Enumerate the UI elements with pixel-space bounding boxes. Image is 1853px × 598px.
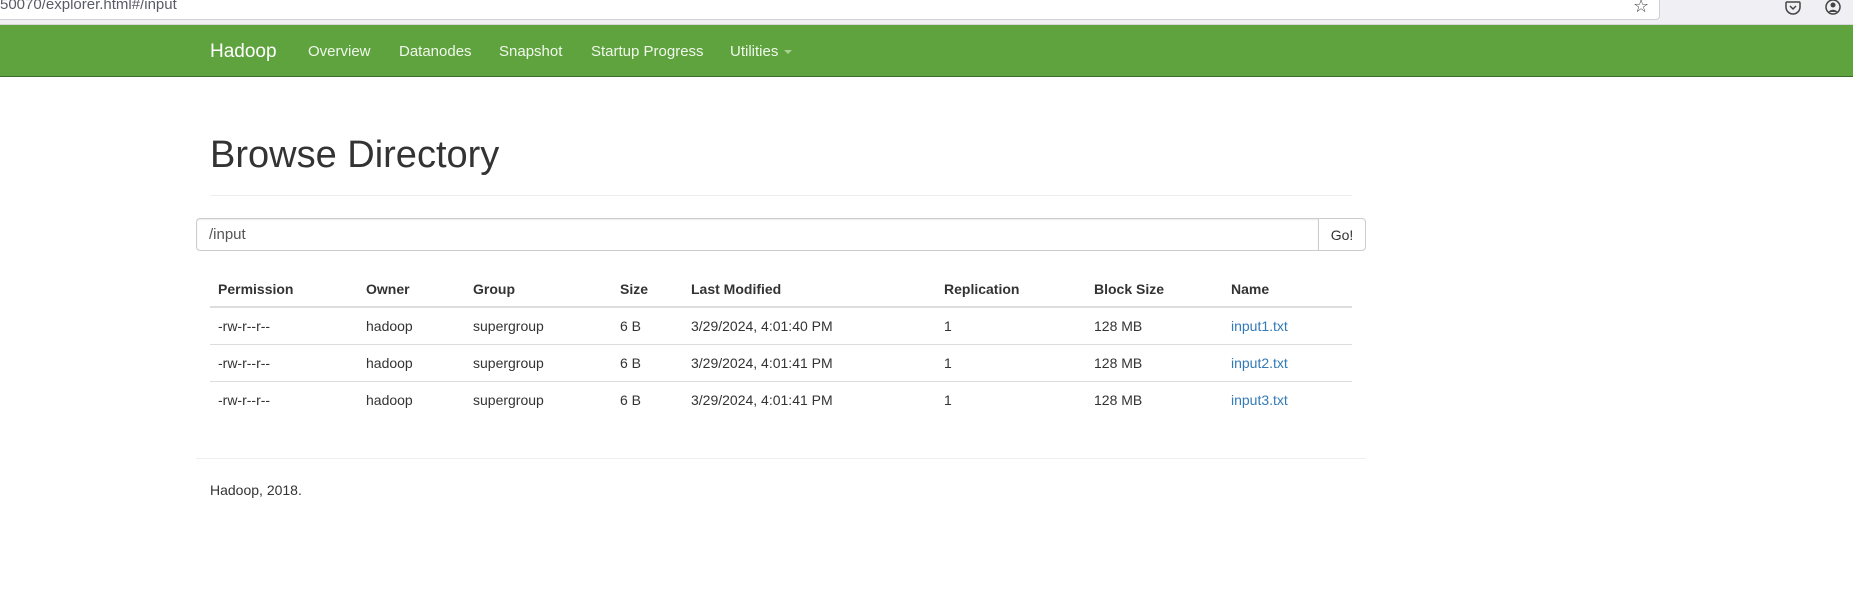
cell-block-size: 128 MB — [1086, 307, 1223, 345]
browser-toolbar: 50070/explorer.html#/input ☆ — [0, 0, 1853, 25]
nav-snapshot[interactable]: Snapshot — [499, 43, 562, 60]
header-permission[interactable]: Permission — [210, 271, 358, 308]
file-link[interactable]: input3.txt — [1231, 392, 1288, 408]
header-group[interactable]: Group — [465, 271, 612, 308]
cell-replication: 1 — [936, 307, 1086, 345]
cell-name: input1.txt — [1223, 307, 1352, 345]
table-header-row: Permission Owner Group Size Last Modifie… — [210, 271, 1352, 308]
header-last-modified[interactable]: Last Modified — [683, 271, 936, 308]
cell-permission: -rw-r--r-- — [210, 344, 358, 382]
table-row: -rw-r--r-- hadoop supergroup 6 B 3/29/20… — [210, 381, 1352, 418]
file-link[interactable]: input1.txt — [1231, 318, 1288, 334]
cell-group: supergroup — [465, 307, 612, 345]
nav-utilities-label: Utilities — [730, 43, 779, 60]
file-link[interactable]: input2.txt — [1231, 355, 1288, 371]
cell-size: 6 B — [612, 344, 683, 382]
cell-name: input2.txt — [1223, 344, 1352, 382]
cell-group: supergroup — [473, 391, 544, 408]
cell-last-modified: 3/29/2024, 4:01:41 PM — [683, 344, 936, 382]
header-replication[interactable]: Replication — [936, 271, 1086, 308]
header-block-size[interactable]: Block Size — [1086, 271, 1223, 308]
directory-path-input[interactable] — [196, 218, 1318, 251]
cell-owner: hadoop — [358, 344, 465, 382]
cell-name: input3.txt — [1223, 381, 1352, 418]
cell-block-size: 128 MB — [1086, 344, 1223, 382]
address-bar[interactable]: 50070/explorer.html#/input ☆ — [0, 0, 1660, 20]
cell-last-modified: 3/29/2024, 4:01:41 PM — [691, 391, 833, 408]
nav-utilities-dropdown[interactable]: Utilities — [730, 43, 793, 60]
cell-replication: 1 — [936, 344, 1086, 382]
cell-block-size: 128 MB — [1094, 391, 1143, 408]
star-icon[interactable]: ☆ — [1633, 0, 1649, 15]
header-size[interactable]: Size — [612, 271, 683, 308]
footer-divider — [196, 458, 1366, 459]
table-row: -rw-r--r-- hadoop supergroup 6 B 3/29/20… — [210, 344, 1352, 382]
header-name[interactable]: Name — [1223, 271, 1352, 308]
pocket-icon[interactable] — [1784, 0, 1802, 15]
nav-datanodes[interactable]: Datanodes — [399, 43, 472, 60]
cell-owner: hadoop — [366, 391, 413, 408]
caret-down-icon — [784, 50, 793, 55]
go-button[interactable]: Go! — [1318, 218, 1366, 251]
divider — [210, 195, 1352, 196]
page-title: Browse Directory — [210, 134, 500, 176]
url-text[interactable]: 50070/explorer.html#/input — [0, 0, 177, 13]
cell-size: 6 B — [620, 391, 642, 408]
cell-permission: -rw-r--r-- — [210, 307, 358, 345]
nav-overview[interactable]: Overview — [308, 43, 371, 60]
account-icon[interactable] — [1824, 0, 1842, 15]
cell-group: supergroup — [465, 344, 612, 382]
cell-size: 6 B — [612, 307, 683, 345]
table-row: -rw-r--r-- hadoop supergroup 6 B 3/29/20… — [210, 307, 1352, 345]
cell-permission: -rw-r--r-- — [218, 391, 271, 408]
header-owner[interactable]: Owner — [358, 271, 465, 308]
top-navbar: Hadoop Overview Datanodes Snapshot Start… — [0, 25, 1853, 77]
footer-text: Hadoop, 2018. — [210, 482, 302, 498]
directory-listing-table: Permission Owner Group Size Last Modifie… — [210, 271, 1352, 418]
nav-startup-progress[interactable]: Startup Progress — [591, 43, 704, 60]
brand-link[interactable]: Hadoop — [210, 41, 277, 63]
cell-owner: hadoop — [358, 307, 465, 345]
path-input-group: Go! — [196, 218, 1366, 251]
cell-last-modified: 3/29/2024, 4:01:40 PM — [683, 307, 936, 345]
cell-replication: 1 — [944, 391, 952, 408]
